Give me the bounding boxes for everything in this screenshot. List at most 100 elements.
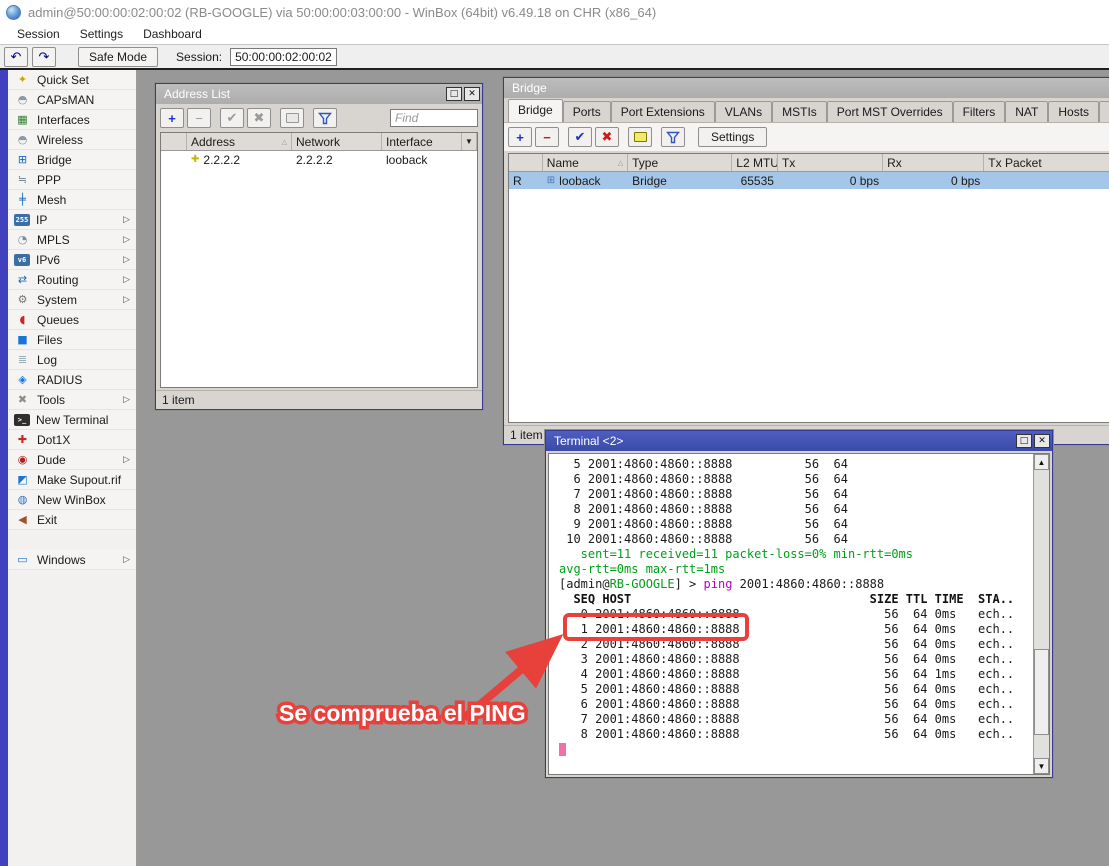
undo-icon: ↶ (11, 49, 22, 65)
sidebar-item-mpls[interactable]: ◔MPLS▷ (8, 230, 136, 250)
menu-settings[interactable]: Settings (71, 25, 132, 43)
tab-port-mst-overrides[interactable]: Port MST Overrides (827, 101, 953, 122)
scroll-down-icon[interactable]: ▼ (1034, 758, 1049, 774)
terminal-line: 3 2001:4860:4860::8888 56 64 0ms ech.. (559, 652, 1033, 667)
enable-button[interactable]: ✔ (568, 127, 592, 147)
sidebar-item-ipv6[interactable]: v6IPv6▷ (8, 250, 136, 270)
tab-port-extensions[interactable]: Port Extensions (611, 101, 715, 122)
sidebar-item-dot1x[interactable]: ✚Dot1X (8, 430, 136, 450)
enable-button[interactable]: ✔ (220, 108, 244, 128)
settings-button[interactable]: Settings (698, 127, 767, 147)
column-address[interactable]: Address△ (187, 133, 292, 150)
session-value[interactable]: 50:00:00:02:00:02 (230, 48, 337, 66)
menu-session[interactable]: Session (8, 25, 69, 43)
sidebar-item-exit[interactable]: ◀Exit (8, 510, 136, 530)
sidebar-item-label: Tools (37, 393, 123, 407)
sidebar-item-queues[interactable]: ◖Queues (8, 310, 136, 330)
column-network[interactable]: Network (292, 133, 382, 150)
sidebar-item-windows[interactable]: ▭Windows▷ (8, 550, 136, 570)
tab-ports[interactable]: Ports (563, 101, 611, 122)
sidebar: ✦Quick Set◓CAPsMAN▦Interfaces◓Wireless⊞B… (0, 70, 137, 866)
terminal-line: 7 2001:4860:4860::8888 56 64 (559, 487, 1033, 502)
disable-button[interactable]: ✖ (595, 127, 619, 147)
terminal-cursor (559, 743, 566, 756)
sidebar-item-routing[interactable]: ⇄Routing▷ (8, 270, 136, 290)
scroll-up-icon[interactable]: ▲ (1034, 454, 1049, 470)
column-tx[interactable]: Tx (778, 154, 883, 171)
find-input[interactable] (390, 109, 478, 127)
column-l2-mtu[interactable]: L2 MTU (732, 154, 778, 171)
sidebar-item-wireless[interactable]: ◓Wireless (8, 130, 136, 150)
sidebar-item-bridge[interactable]: ⊞Bridge (8, 150, 136, 170)
sidebar-item-quick-set[interactable]: ✦Quick Set (8, 70, 136, 90)
safe-mode-button[interactable]: Safe Mode (78, 47, 158, 67)
comment-button[interactable] (628, 127, 652, 147)
terminal-line (559, 742, 1033, 757)
close-icon[interactable]: ✕ (464, 87, 480, 101)
network-cell: 2.2.2.2 (292, 151, 382, 168)
menu-dashboard[interactable]: Dashboard (134, 25, 211, 43)
filter-button[interactable] (661, 127, 685, 147)
tab-bridge[interactable]: Bridge (508, 99, 563, 122)
annotation-label: Se comprueba el PING Se comprueba el PIN… (279, 700, 519, 730)
remove-button[interactable]: − (187, 108, 211, 128)
chevron-right-icon: ▷ (123, 234, 130, 245)
sidebar-item-capsman[interactable]: ◓CAPsMAN (8, 90, 136, 110)
sidebar-item-tools[interactable]: ✖Tools▷ (8, 390, 136, 410)
tab-mdb[interactable]: MDB (1099, 101, 1109, 122)
flag-cell: R (509, 172, 543, 189)
undo-button[interactable]: ↶ (4, 47, 28, 67)
maximize-icon[interactable]: □ (1016, 434, 1032, 448)
column-tx-packet[interactable]: Tx Packet (984, 154, 1109, 171)
sidebar-item-label: Dude (37, 453, 123, 467)
column-dropdown-icon[interactable]: ▼ (462, 133, 477, 150)
column-type[interactable]: Type (628, 154, 732, 171)
comment-button[interactable] (280, 108, 304, 128)
tab-hosts[interactable]: Hosts (1048, 101, 1099, 122)
sidebar-item-label: RADIUS (37, 373, 132, 387)
bridge-titlebar[interactable]: Bridge (504, 78, 1109, 98)
sidebar-item-new-terminal[interactable]: >_New Terminal (8, 410, 136, 430)
sidebar-item-make-supout-rif[interactable]: ◩Make Supout.rif (8, 470, 136, 490)
maximize-icon[interactable]: □ (446, 87, 462, 101)
sidebar-item-ip[interactable]: 255IP▷ (8, 210, 136, 230)
sidebar-item-label: Mesh (37, 193, 132, 207)
tab-filters[interactable]: Filters (953, 101, 1006, 122)
redo-button[interactable]: ↷ (32, 47, 56, 67)
filter-button[interactable] (313, 108, 337, 128)
sidebar-item-interfaces[interactable]: ▦Interfaces (8, 110, 136, 130)
main-toolbar: ↶ ↷ Safe Mode Session: 50:00:00:02:00:02 (0, 44, 1109, 70)
sidebar-item-log[interactable]: ≣Log (8, 350, 136, 370)
sidebar-item-ppp[interactable]: ≒PPP (8, 170, 136, 190)
sidebar-item-dude[interactable]: ◉Dude▷ (8, 450, 136, 470)
scrollbar-thumb[interactable] (1034, 649, 1049, 735)
add-button[interactable]: + (508, 127, 532, 147)
sidebar-item-files[interactable]: ■Files (8, 330, 136, 350)
table-row[interactable]: ✚2.2.2.22.2.2.2looback (161, 151, 477, 168)
column-name[interactable]: Name△ (543, 154, 628, 171)
sidebar-item-new-winbox[interactable]: ◍New WinBox (8, 490, 136, 510)
sidebar-item-radius[interactable]: ◈RADIUS (8, 370, 136, 390)
column-interface[interactable]: Interface (382, 133, 462, 150)
bridge-tabs: BridgePortsPort ExtensionsVLANsMSTIsPort… (504, 98, 1109, 122)
scrollbar-track[interactable] (1034, 470, 1049, 758)
disable-button[interactable]: ✖ (247, 108, 271, 128)
remove-button[interactable]: − (535, 127, 559, 147)
tab-vlans[interactable]: VLANs (715, 101, 772, 122)
close-icon[interactable]: ✕ (1034, 434, 1050, 448)
sidebar-item-mesh[interactable]: ╪Mesh (8, 190, 136, 210)
sidebar-item-label: Bridge (37, 153, 132, 167)
terminal-scrollbar[interactable]: ▲ ▼ (1033, 454, 1049, 774)
sidebar-item-system[interactable]: ⚙System▷ (8, 290, 136, 310)
tab-nat[interactable]: NAT (1005, 101, 1048, 122)
terminal-window: Terminal <2> □ ✕ 5 2001:4860:4860::8888 … (545, 430, 1053, 778)
table-row[interactable]: R⊞loobackBridge655350 bps0 bps (509, 172, 1109, 189)
tab-mstis[interactable]: MSTIs (772, 101, 827, 122)
address-list-footer: 1 item (156, 390, 482, 409)
column-rx[interactable]: Rx (883, 154, 984, 171)
address-list-titlebar[interactable]: Address List □ ✕ (156, 84, 482, 104)
terminal-titlebar[interactable]: Terminal <2> □ ✕ (546, 431, 1052, 451)
add-button[interactable]: + (160, 108, 184, 128)
address-table-header: Address△NetworkInterface▼ (161, 133, 477, 151)
supout-icon: ◩ (14, 473, 31, 487)
